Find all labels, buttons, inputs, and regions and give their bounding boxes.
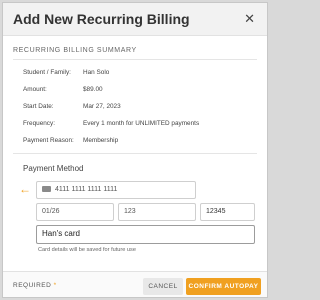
summary-value: Han Solo [83, 69, 110, 76]
required-label: REQUIRED [13, 282, 52, 289]
summary-section-title: RECURRING BILLING SUMMARY [13, 47, 137, 54]
summary-row-frequency: Frequency: Every 1 month for UNLIMITED pa… [23, 120, 199, 127]
zip-value: 12345 [206, 208, 226, 215]
confirm-autopay-button[interactable]: CONFIRM AUTOPAY [186, 278, 261, 295]
summary-row-start-date: Start Date: Mar 27, 2023 [23, 103, 121, 110]
card-number-field[interactable]: 4111 1111 1111 1111 [36, 181, 196, 199]
divider [13, 59, 257, 60]
card-name-value: Han's card [42, 229, 80, 238]
card-number-placeholder: 4111 1111 1111 1111 [55, 186, 118, 193]
summary-value: $89.00 [83, 86, 103, 93]
expiry-field[interactable]: 01/26 [36, 203, 114, 221]
summary-label: Frequency: [23, 120, 55, 127]
summary-row-student: Student / Family: Han Solo [23, 69, 109, 76]
summary-value: Mar 27, 2023 [83, 103, 121, 110]
summary-label: Amount: [23, 86, 47, 93]
summary-label: Payment Reason: [23, 137, 74, 144]
modal-footer: REQUIRED * CANCEL CONFIRM AUTOPAY [3, 271, 267, 297]
divider [13, 153, 257, 154]
summary-row-payment-reason: Payment Reason: Membership [23, 137, 118, 144]
card-name-field[interactable]: Han's card [36, 225, 255, 244]
arrow-left-icon: ← [19, 182, 31, 196]
zip-field[interactable]: 12345 [200, 203, 255, 221]
payment-method-title: Payment Method [23, 164, 84, 173]
recurring-billing-modal: Add New Recurring Billing ✕ RECURRING BI… [2, 2, 268, 298]
summary-label: Student / Family: [23, 69, 71, 76]
summary-value: Membership [83, 137, 119, 144]
modal-header: Add New Recurring Billing ✕ [3, 3, 267, 36]
expiry-placeholder: 01/26 [42, 208, 60, 215]
card-save-note: Card details will be saved for future us… [38, 247, 136, 253]
required-star: * [53, 282, 57, 289]
required-indicator: REQUIRED * [13, 282, 57, 289]
summary-label: Start Date: [23, 103, 54, 110]
cancel-button[interactable]: CANCEL [143, 278, 183, 295]
cvc-placeholder: 123 [124, 208, 136, 215]
close-icon[interactable]: ✕ [244, 11, 255, 27]
modal-title: Add New Recurring Billing [13, 11, 190, 27]
credit-card-icon [42, 186, 51, 193]
summary-row-amount: Amount: $89.00 [23, 86, 103, 93]
cvc-field[interactable]: 123 [118, 203, 196, 221]
summary-value: Every 1 month for UNLIMITED payments [83, 120, 200, 127]
